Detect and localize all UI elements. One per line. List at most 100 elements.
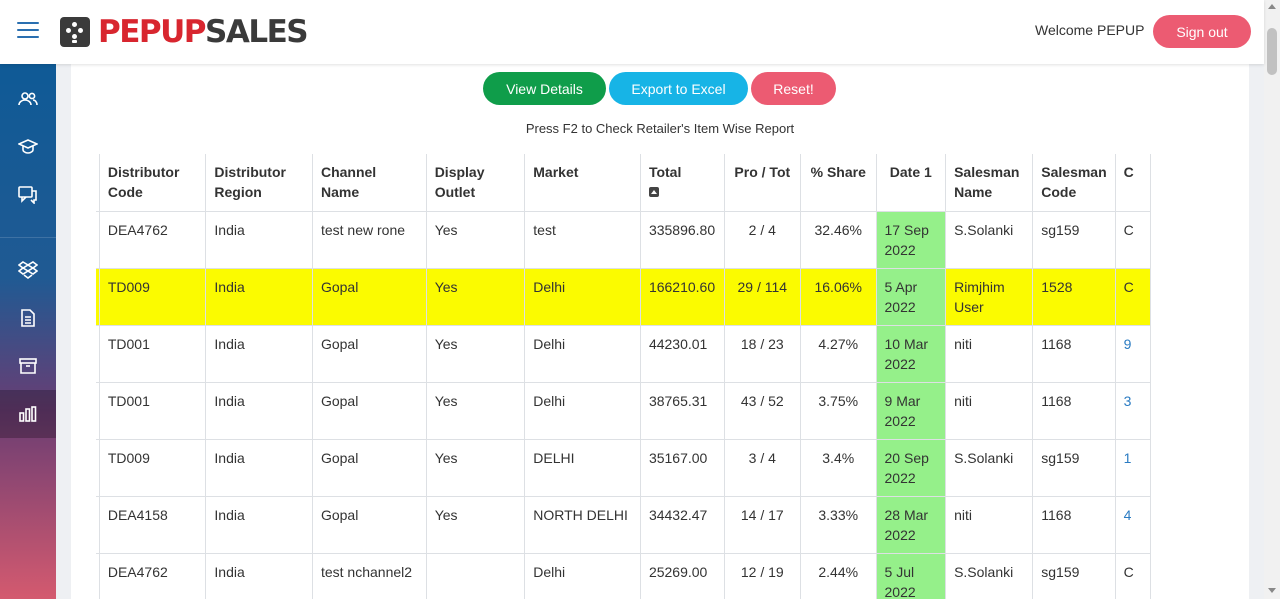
cell-date: 10 Mar 2022	[876, 325, 947, 383]
brand-name-part2: SALES	[205, 14, 309, 50]
cell-share: 4.27%	[800, 325, 877, 383]
table-row[interactable]: DEA4158 India Gopal Yes NORTH DELHI 34432.47 1…	[96, 496, 1152, 554]
cell-region: India	[205, 211, 313, 269]
cell-date: 9 Mar 2022	[876, 382, 947, 440]
cell-display	[426, 553, 526, 599]
cell-share: 2.44%	[800, 553, 877, 599]
cell-date: 5 Jul 2022	[876, 553, 947, 599]
cell-channel: Gopal	[312, 496, 427, 554]
cell-region: India	[205, 268, 313, 326]
cell-display: Yes	[426, 496, 526, 554]
cell-region: India	[205, 439, 313, 497]
cell-display: Yes	[426, 211, 526, 269]
sidebar-item-messages[interactable]	[0, 171, 56, 219]
table-row[interactable]: eDEA4762Indiatest new roneYestest335896.…	[96, 211, 1152, 269]
cell-market: DELHI	[524, 439, 641, 497]
bar-chart-icon	[19, 406, 37, 422]
cell-total: 166210.60	[640, 268, 725, 326]
sidebar-item-documents[interactable]	[0, 294, 56, 342]
column-header[interactable]: Channel Name	[312, 154, 427, 212]
reset-button[interactable]: Reset!	[751, 72, 836, 105]
report-table: Distributor Code Distributor Region Chan…	[96, 154, 1152, 599]
report-table-container[interactable]: Distributor Code Distributor Region Chan…	[96, 154, 1223, 599]
cell-salesman: niti	[945, 496, 1034, 554]
scroll-up-icon[interactable]	[1268, 4, 1276, 9]
cell-total: 25269.00	[640, 553, 725, 599]
column-header[interactable]: % Share	[800, 154, 877, 212]
cell-salesman: S.Solanki	[945, 211, 1034, 269]
sort-icon[interactable]	[648, 187, 659, 197]
column-header[interactable]: C	[1115, 154, 1152, 212]
cell-pro-tot: 43 / 52	[724, 382, 801, 440]
cell-salesman: Rimjhim User	[945, 268, 1034, 326]
column-header[interactable]: Date 1	[876, 154, 947, 212]
column-header[interactable]: Salesman Name	[945, 154, 1034, 212]
table-row[interactable]: TD009 India Gopal Yes Delhi 166210.60 29 / 114…	[96, 268, 1152, 326]
cell-extra[interactable]: 1	[1115, 439, 1152, 497]
graduation-cap-icon	[18, 139, 38, 154]
page-scrollbar[interactable]	[1264, 0, 1280, 599]
column-header[interactable]: Pro / Tot	[724, 154, 801, 212]
column-header[interactable]: Salesman Code	[1032, 154, 1116, 212]
column-header[interactable]: Distributor Region	[205, 154, 313, 212]
cell-market: Delhi	[524, 382, 641, 440]
cell-share: 3.33%	[800, 496, 877, 554]
column-header[interactable]: Distributor Code	[99, 154, 207, 212]
view-details-button[interactable]: View Details	[483, 72, 606, 105]
table-row[interactable]: torTD001IndiaGopalYesDelhi38765.3143 / 5…	[96, 382, 1152, 440]
cell-dist-code: TD009	[99, 268, 207, 326]
cell-pro-tot: 14 / 17	[724, 496, 801, 554]
sidebar-item-training[interactable]	[0, 123, 56, 171]
column-header[interactable]: Market	[524, 154, 641, 212]
cell-display: Yes	[426, 325, 526, 383]
chat-icon	[18, 186, 37, 204]
cell-extra[interactable]: 4	[1115, 496, 1152, 554]
cell-extra: C	[1115, 268, 1152, 326]
sidebar-item-reports[interactable]	[0, 390, 56, 438]
cell-channel: Gopal	[312, 439, 427, 497]
cell-date: 17 Sep 2022	[876, 211, 947, 269]
cell-salesman: S.Solanki	[945, 439, 1034, 497]
cell-pro-tot: 29 / 114	[724, 268, 801, 326]
cell-extra: C	[1115, 553, 1152, 599]
brand-name[interactable]: PEPUPSALES	[98, 13, 309, 51]
cell-total: 35167.00	[640, 439, 725, 497]
cell-sm-code: 1168	[1032, 382, 1116, 440]
cell-region: India	[205, 553, 313, 599]
cell-sm-code: sg159	[1032, 553, 1116, 599]
column-header[interactable]: Display Outlet	[426, 154, 526, 212]
cell-extra[interactable]: 9	[1115, 325, 1152, 383]
menu-icon[interactable]	[17, 22, 39, 40]
sidebar-item-dropbox[interactable]	[0, 246, 56, 294]
welcome-text: Welcome PEPUP	[1035, 22, 1145, 38]
cell-pro-tot: 12 / 19	[724, 553, 801, 599]
cell-channel: Gopal	[312, 325, 427, 383]
cell-dist-code: DEA4158	[99, 496, 207, 554]
cell-pro-tot: 3 / 4	[724, 439, 801, 497]
cell-region: India	[205, 496, 313, 554]
cell-extra: C	[1115, 211, 1152, 269]
cell-market: test	[524, 211, 641, 269]
sidebar-item-archive[interactable]	[0, 342, 56, 390]
column-header-total[interactable]: Total	[640, 154, 725, 212]
table-row[interactable]: TD009 India Gopal Yes DELHI 35167.00 3 / 4 3.4%…	[96, 439, 1152, 497]
column-header-label: Total	[648, 164, 682, 180]
table-row[interactable]: torTD001IndiaGopalYesDelhi44230.0118 / 2…	[96, 325, 1152, 383]
dropbox-icon	[18, 261, 38, 279]
scrollbar-thumb[interactable]	[1267, 28, 1277, 75]
cell-dist-code: TD009	[99, 439, 207, 497]
export-excel-button[interactable]: Export to Excel	[609, 72, 748, 105]
cell-salesman: niti	[945, 382, 1034, 440]
cell-total: 34432.47	[640, 496, 725, 554]
table-row[interactable]: eDEA4762Indiatest nchannel2Delhi25269.00…	[96, 553, 1152, 599]
report-hint: Press F2 to Check Retailer's Item Wise R…	[525, 121, 795, 136]
cell-total: 38765.31	[640, 382, 725, 440]
sign-out-button[interactable]: Sign out	[1153, 15, 1251, 48]
sidebar-divider	[0, 237, 56, 238]
sidebar-item-users[interactable]	[0, 75, 56, 123]
cell-channel: Gopal	[312, 268, 427, 326]
cell-extra[interactable]: 3	[1115, 382, 1152, 440]
top-bar: PEPUPSALES Welcome PEPUP Sign out	[0, 0, 1264, 64]
cell-channel: Gopal	[312, 382, 427, 440]
scroll-down-icon[interactable]	[1268, 588, 1276, 593]
